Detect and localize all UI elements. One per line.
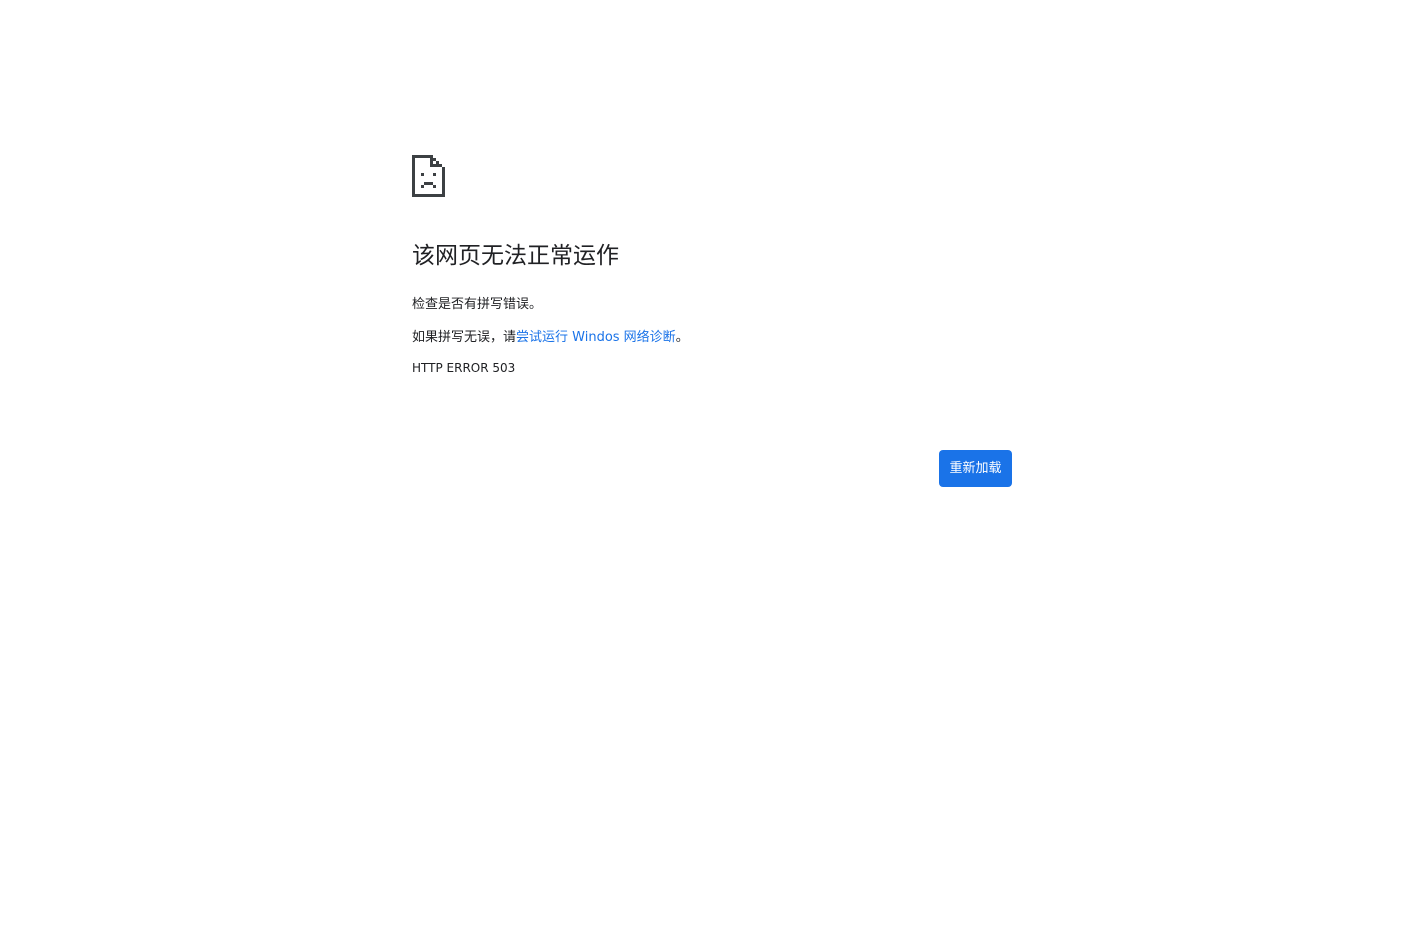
- diagnostics-hint: 如果拼写无误，请尝试运行 Windos 网络诊断。: [412, 329, 1012, 347]
- spelling-hint: 检查是否有拼写错误。: [412, 297, 543, 312]
- error-code: HTTP ERROR 503: [412, 361, 516, 375]
- diagnostics-hint-prefix: 如果拼写无误，请: [412, 330, 517, 345]
- reload-button[interactable]: 重新加载: [939, 450, 1012, 487]
- diagnostics-hint-suffix: 。: [675, 330, 689, 345]
- error-page: 该网页无法正常运作 检查是否有拼写错误。 如果拼写无误，请尝试运行 Windos…: [0, 0, 1424, 933]
- sad-page-icon: [412, 155, 445, 197]
- network-diagnostics-link[interactable]: 尝试运行 Windos 网络诊断: [516, 330, 676, 345]
- page-title: 该网页无法正常运作: [412, 243, 619, 269]
- error-content: 该网页无法正常运作 检查是否有拼写错误。 如果拼写无误，请尝试运行 Windos…: [412, 155, 1012, 376]
